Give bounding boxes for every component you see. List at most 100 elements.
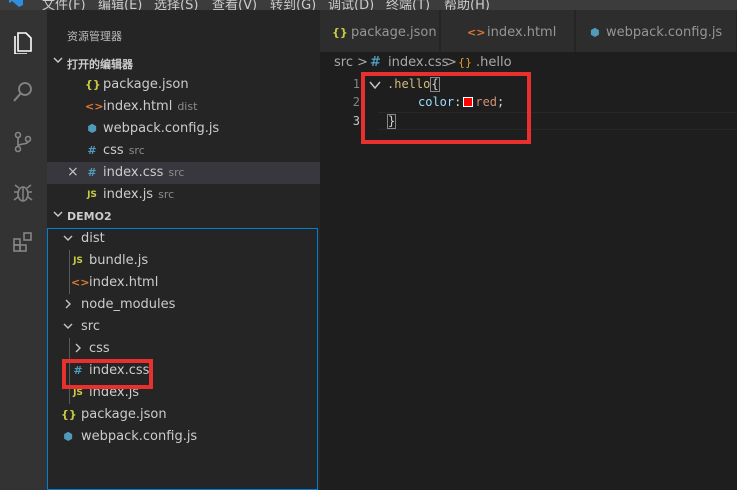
tree-item-name: webpack.config.js bbox=[81, 429, 198, 444]
tab-label: package.json bbox=[351, 25, 437, 40]
workspace-header[interactable]: DEMO2 bbox=[47, 206, 320, 228]
menu-view[interactable]: 查看(V) bbox=[212, 0, 257, 10]
close-brace: } bbox=[387, 114, 397, 129]
tree-file[interactable]: <> index.html bbox=[47, 272, 320, 294]
menu-go[interactable]: 转到(G) bbox=[270, 0, 316, 10]
current-line-highlight bbox=[378, 112, 737, 130]
tree-item-name: index.html bbox=[89, 275, 159, 290]
open-editor-desc: dist bbox=[177, 100, 198, 113]
workspace-label: DEMO2 bbox=[67, 210, 112, 223]
color-swatch-icon[interactable] bbox=[463, 97, 474, 107]
open-editor-name: webpack.config.js bbox=[103, 121, 220, 136]
chevron-down-icon bbox=[63, 235, 73, 241]
tree-item-name: src bbox=[81, 319, 100, 334]
debug-icon[interactable] bbox=[11, 180, 35, 204]
html-file-icon: <> bbox=[467, 26, 486, 39]
chevron-down-icon bbox=[63, 323, 73, 329]
json-file-icon: {} bbox=[61, 408, 77, 421]
tab-label: webpack.config.js bbox=[606, 25, 723, 40]
tree-folder[interactable]: src bbox=[47, 316, 320, 338]
code-editor[interactable]: 1 2 3 .hello{ color: red; } bbox=[320, 74, 737, 490]
fold-chevron-icon[interactable] bbox=[369, 80, 381, 90]
menu-selection[interactable]: 选择(S) bbox=[154, 0, 198, 10]
open-editor-item[interactable]: JS index.js src bbox=[47, 184, 320, 206]
explorer-title: 资源管理器 bbox=[67, 30, 122, 43]
tree-file[interactable]: # index.css bbox=[47, 360, 320, 382]
tree-folder[interactable]: node_modules bbox=[47, 294, 320, 316]
source-control-icon[interactable] bbox=[11, 130, 35, 154]
tree-file[interactable]: JS index.js bbox=[47, 382, 320, 404]
menu-edit[interactable]: 编辑(E) bbox=[98, 0, 142, 10]
webpack-file-icon: ⬢ bbox=[87, 122, 97, 135]
open-editor-item[interactable]: <> index.html dist bbox=[47, 96, 320, 118]
webpack-file-icon: ⬢ bbox=[63, 430, 73, 443]
breadcrumb-separator: > bbox=[446, 55, 457, 70]
menu-bar: 文件(F) 编辑(E) 选择(S) 查看(V) 转到(G) 调试(D) 终端(T… bbox=[0, 0, 737, 10]
css-file-icon: # bbox=[73, 364, 83, 377]
breadcrumb-folder[interactable]: src bbox=[334, 55, 353, 70]
html-file-icon: <> bbox=[71, 276, 90, 289]
vscode-logo-icon bbox=[9, 0, 23, 7]
tab-package-json[interactable]: {} package.json bbox=[320, 10, 440, 52]
open-editor-desc: src bbox=[168, 166, 185, 179]
menu-file[interactable]: 文件(F) bbox=[42, 0, 86, 10]
tree-item-name: bundle.js bbox=[89, 253, 149, 268]
tab-index-html[interactable]: <> index.html bbox=[441, 10, 575, 52]
css-file-icon: # bbox=[87, 166, 97, 179]
code-line: } bbox=[387, 114, 397, 129]
code-line: .hello{ bbox=[387, 77, 440, 92]
breadcrumb-separator: > bbox=[357, 55, 368, 70]
editor-tab-bar: {} package.json <> index.html ⬢ webpack.… bbox=[320, 10, 737, 52]
open-editor-item[interactable]: # css src bbox=[47, 140, 320, 162]
breadcrumb-symbol[interactable]: .hello bbox=[476, 55, 512, 70]
code-line: color: red; bbox=[418, 95, 504, 109]
open-editor-item[interactable]: {} package.json bbox=[47, 74, 320, 96]
css-value: red bbox=[475, 95, 498, 109]
extensions-icon[interactable] bbox=[11, 230, 35, 254]
tree-folder[interactable]: css bbox=[47, 338, 320, 360]
tree-item-name: node_modules bbox=[81, 297, 176, 312]
js-file-icon: JS bbox=[87, 190, 97, 200]
tree-file[interactable]: JS bundle.js bbox=[47, 250, 320, 272]
close-icon[interactable]: × bbox=[67, 164, 79, 180]
html-file-icon: <> bbox=[85, 100, 104, 113]
json-file-icon: {} bbox=[85, 78, 101, 91]
open-editors-label: 打开的编辑器 bbox=[67, 58, 133, 71]
breadcrumb-file[interactable]: index.css bbox=[388, 55, 448, 70]
tree-file[interactable]: {} package.json bbox=[47, 404, 320, 426]
explorer-sidebar: 资源管理器 打开的编辑器 {} package.json <> index.ht… bbox=[47, 10, 320, 490]
tree-item-name: package.json bbox=[81, 407, 167, 422]
js-file-icon: JS bbox=[73, 256, 83, 266]
open-editor-name: css bbox=[103, 143, 124, 158]
open-editor-item-active[interactable]: × # index.css src bbox=[47, 162, 320, 184]
js-file-icon: JS bbox=[73, 388, 83, 398]
chevron-down-icon bbox=[53, 57, 63, 63]
tab-webpack-config[interactable]: ⬢ webpack.config.js bbox=[576, 10, 737, 52]
open-editor-name: index.css bbox=[103, 165, 164, 180]
search-icon[interactable] bbox=[11, 80, 35, 104]
open-brace: { bbox=[430, 77, 440, 92]
css-file-icon: # bbox=[87, 144, 97, 157]
line-number: 2 bbox=[352, 95, 360, 109]
open-editor-name: index.html bbox=[103, 99, 173, 114]
files-icon[interactable] bbox=[11, 30, 35, 54]
tree-file[interactable]: ⬢ webpack.config.js bbox=[47, 426, 320, 448]
tree-item-name: dist bbox=[81, 231, 105, 246]
json-file-icon: {} bbox=[332, 26, 348, 39]
open-editor-name: package.json bbox=[103, 77, 189, 92]
symbol-braces-icon: {} bbox=[458, 56, 472, 69]
css-colon: : bbox=[454, 95, 462, 109]
tree-item-name: css bbox=[89, 341, 110, 356]
open-editor-desc: src bbox=[128, 144, 145, 157]
menu-debug[interactable]: 调试(D) bbox=[328, 0, 374, 10]
open-editors-header[interactable]: 打开的编辑器 bbox=[47, 52, 320, 74]
tree-folder[interactable]: dist bbox=[47, 228, 320, 250]
menu-help[interactable]: 帮助(H) bbox=[444, 0, 490, 10]
line-number: 1 bbox=[352, 77, 360, 91]
menu-terminal[interactable]: 终端(T) bbox=[386, 0, 430, 10]
breadcrumb: src > # index.css > {} .hello bbox=[320, 52, 737, 74]
activity-bar bbox=[0, 10, 47, 490]
chevron-right-icon bbox=[65, 299, 71, 309]
line-number: 3 bbox=[352, 114, 360, 128]
open-editor-item[interactable]: ⬢ webpack.config.js bbox=[47, 118, 320, 140]
